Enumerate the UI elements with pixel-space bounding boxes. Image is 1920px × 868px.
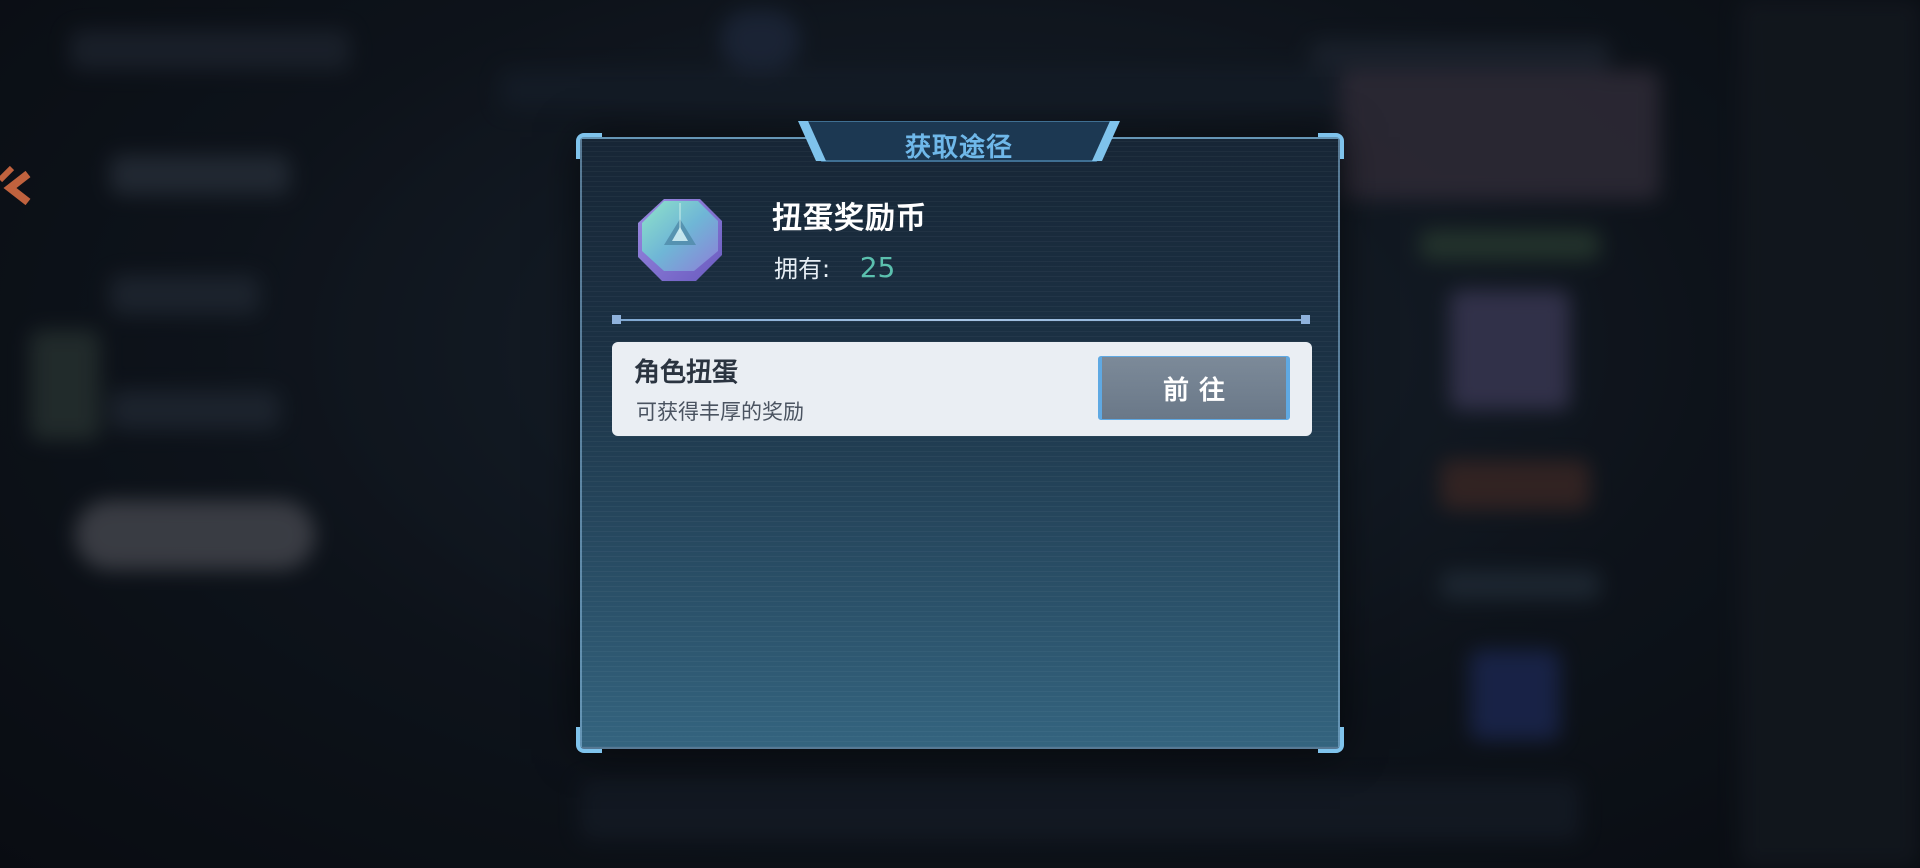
back-arrow-icon <box>0 165 31 206</box>
gacha-coin-gem-icon <box>638 199 722 281</box>
owned-label: 拥有: <box>774 255 831 283</box>
frame-corner <box>576 727 602 753</box>
section-divider <box>612 315 1310 324</box>
dialog-title-tab: 获取途径 <box>796 121 1122 163</box>
divider-end-dot <box>1301 315 1310 324</box>
item-name: 扭蛋奖励币 <box>772 201 927 236</box>
frame-corner <box>576 133 602 159</box>
go-to-button-label: 前往 <box>1162 375 1235 406</box>
frame-corner <box>1318 727 1344 753</box>
source-name: 角色扭蛋 <box>634 358 739 388</box>
go-to-button[interactable]: 前往 <box>1098 356 1290 420</box>
source-description: 可获得丰厚的奖励 <box>636 400 804 424</box>
owned-count-row: 拥有: 25 <box>774 249 895 284</box>
acquisition-dialog: 获取途径 扭蛋奖励币 拥有: 25 角色扭蛋 可获得丰厚的奖励 前往 <box>576 121 1344 753</box>
frame-corner <box>1318 133 1344 159</box>
owned-value: 25 <box>859 251 896 284</box>
source-card-character-gacha: 角色扭蛋 可获得丰厚的奖励 前往 <box>612 342 1312 436</box>
divider-end-dot <box>612 315 621 324</box>
dialog-title: 获取途径 <box>904 133 1013 163</box>
